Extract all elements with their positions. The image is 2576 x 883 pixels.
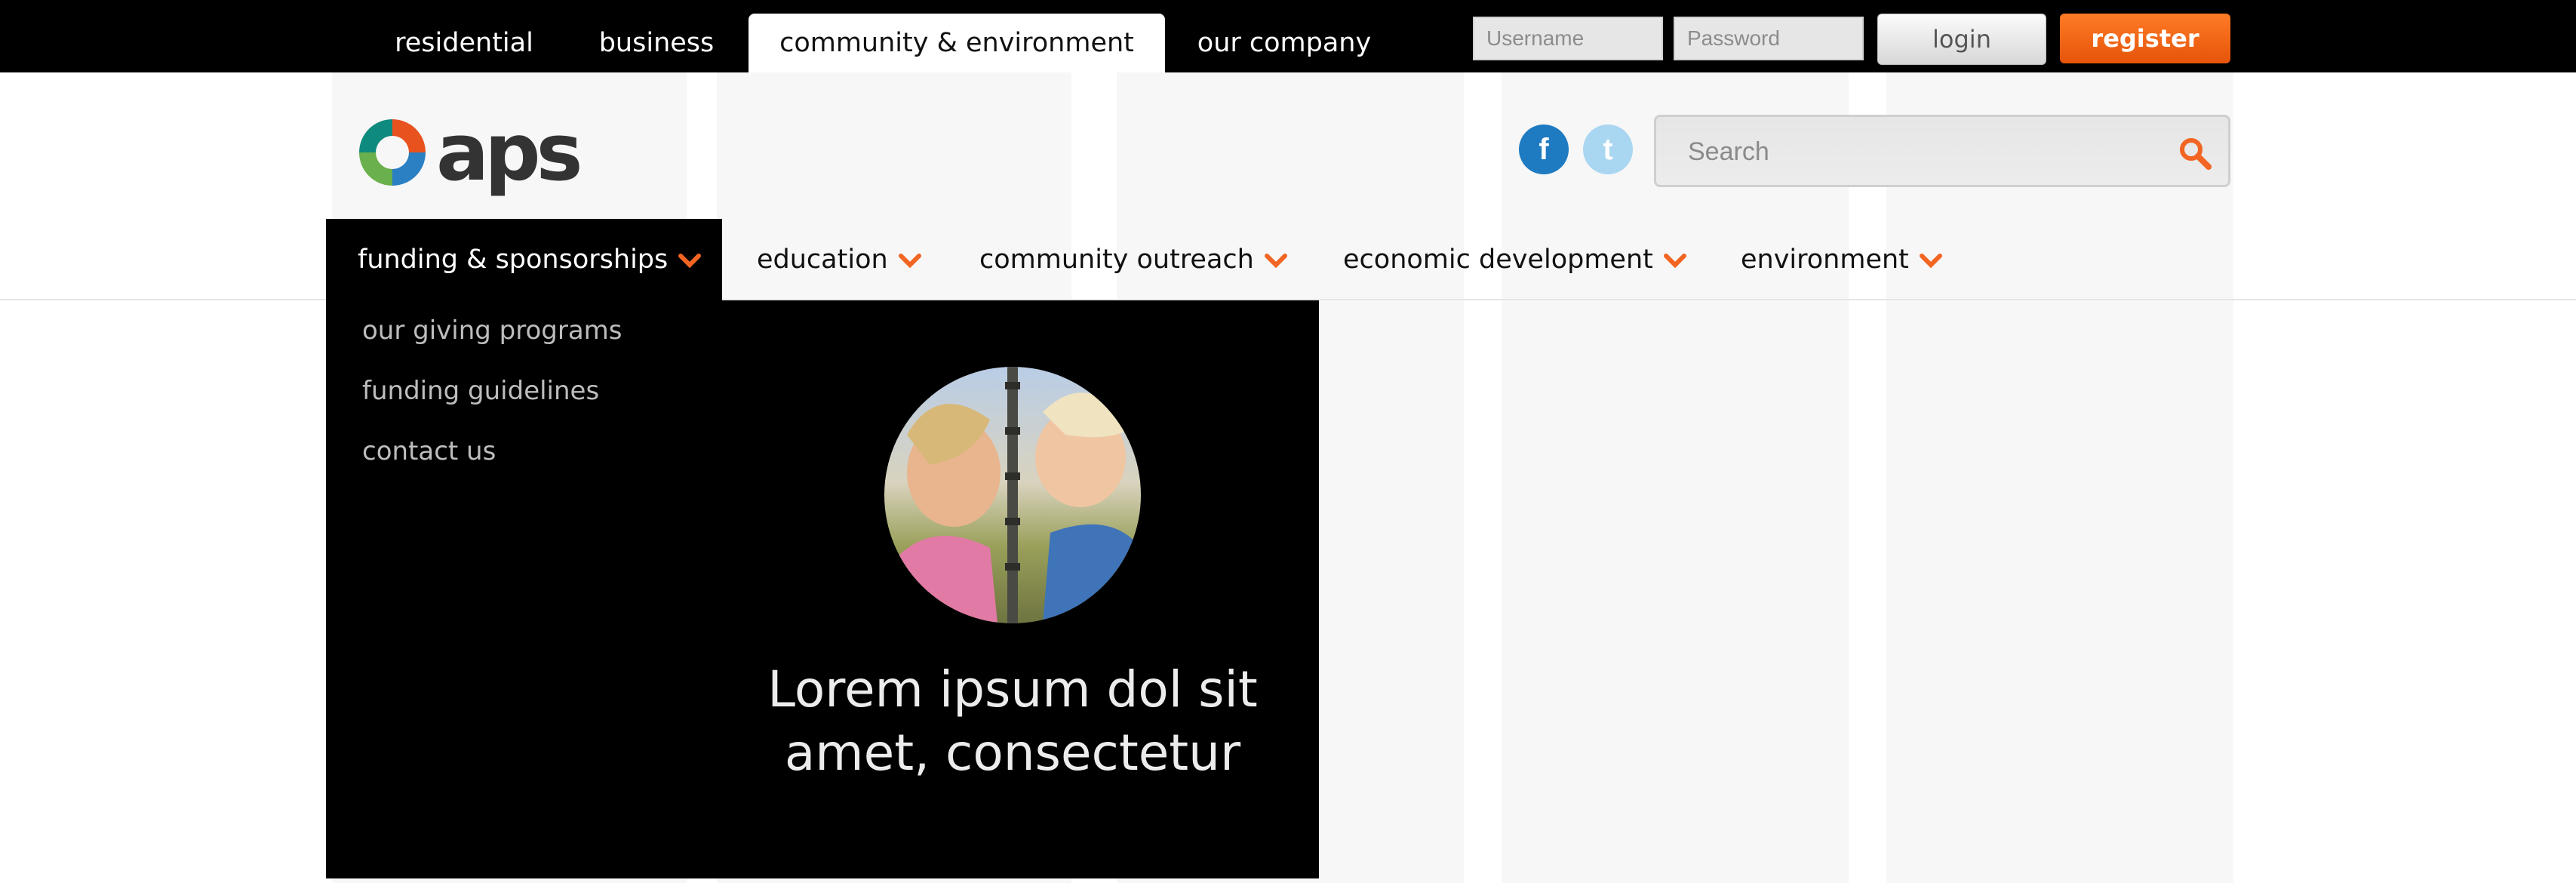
nav-label: economic development — [1343, 245, 1653, 275]
twitter-icon[interactable]: t — [1583, 125, 1633, 174]
children-swing-photo — [884, 367, 1141, 623]
search-input[interactable] — [1686, 117, 2157, 186]
search-icon[interactable] — [2177, 135, 2213, 171]
chevron-down-icon — [1264, 254, 1287, 268]
nav-education[interactable]: education — [757, 219, 921, 300]
funding-dropdown-menu: our giving programs funding guidelines c… — [326, 300, 1319, 878]
aps-logo[interactable]: aps — [355, 106, 583, 198]
chevron-down-icon — [1919, 254, 1942, 268]
nav-funding-sponsorships[interactable]: funding & sponsorships — [326, 219, 723, 300]
dropdown-link-contact-us[interactable]: contact us — [362, 436, 496, 466]
caption-line-2: amet, consectetur — [784, 724, 1241, 782]
nav-economic-development[interactable]: economic development — [1343, 219, 1686, 300]
search-box — [1654, 115, 2230, 187]
dropdown-link-giving-programs[interactable]: our giving programs — [362, 315, 622, 346]
tab-business[interactable]: business — [581, 14, 732, 72]
column-guide — [1502, 72, 1849, 883]
facebook-icon[interactable]: f — [1519, 125, 1569, 174]
nav-label: education — [757, 245, 888, 275]
section-navigation: funding & sponsorships education communi… — [0, 219, 2576, 300]
nav-community-outreach[interactable]: community outreach — [979, 219, 1287, 300]
chevron-down-icon — [678, 254, 702, 268]
username-input[interactable] — [1473, 17, 1663, 60]
top-navigation-bar: residential business community & environ… — [0, 0, 2576, 72]
nav-environment[interactable]: environment — [1741, 219, 1942, 300]
nav-label: funding & sponsorships — [358, 245, 669, 275]
column-guide — [1886, 72, 2233, 883]
tab-our-company[interactable]: our company — [1179, 14, 1390, 72]
login-button[interactable]: login — [1877, 14, 2046, 65]
chevron-down-icon — [1663, 254, 1686, 268]
dropdown-link-funding-guidelines[interactable]: funding guidelines — [362, 376, 599, 406]
caption-line-1: Lorem ipsum dol sit — [767, 660, 1258, 718]
tab-community-environment[interactable]: community & environment — [749, 14, 1165, 72]
nav-label: environment — [1741, 245, 1909, 275]
nav-label: community outreach — [979, 245, 1254, 275]
aps-logo-mark-icon — [359, 119, 426, 186]
facebook-glyph: f — [1539, 132, 1549, 166]
register-button[interactable]: register — [2060, 14, 2230, 63]
dropdown-caption: Lorem ipsum dol sit amet, consectetur — [718, 658, 1307, 785]
chevron-down-icon — [898, 254, 921, 268]
logo-wordmark: aps — [436, 106, 583, 198]
tab-residential[interactable]: residential — [370, 14, 558, 72]
twitter-glyph: t — [1603, 132, 1613, 166]
password-input[interactable] — [1674, 17, 1864, 60]
